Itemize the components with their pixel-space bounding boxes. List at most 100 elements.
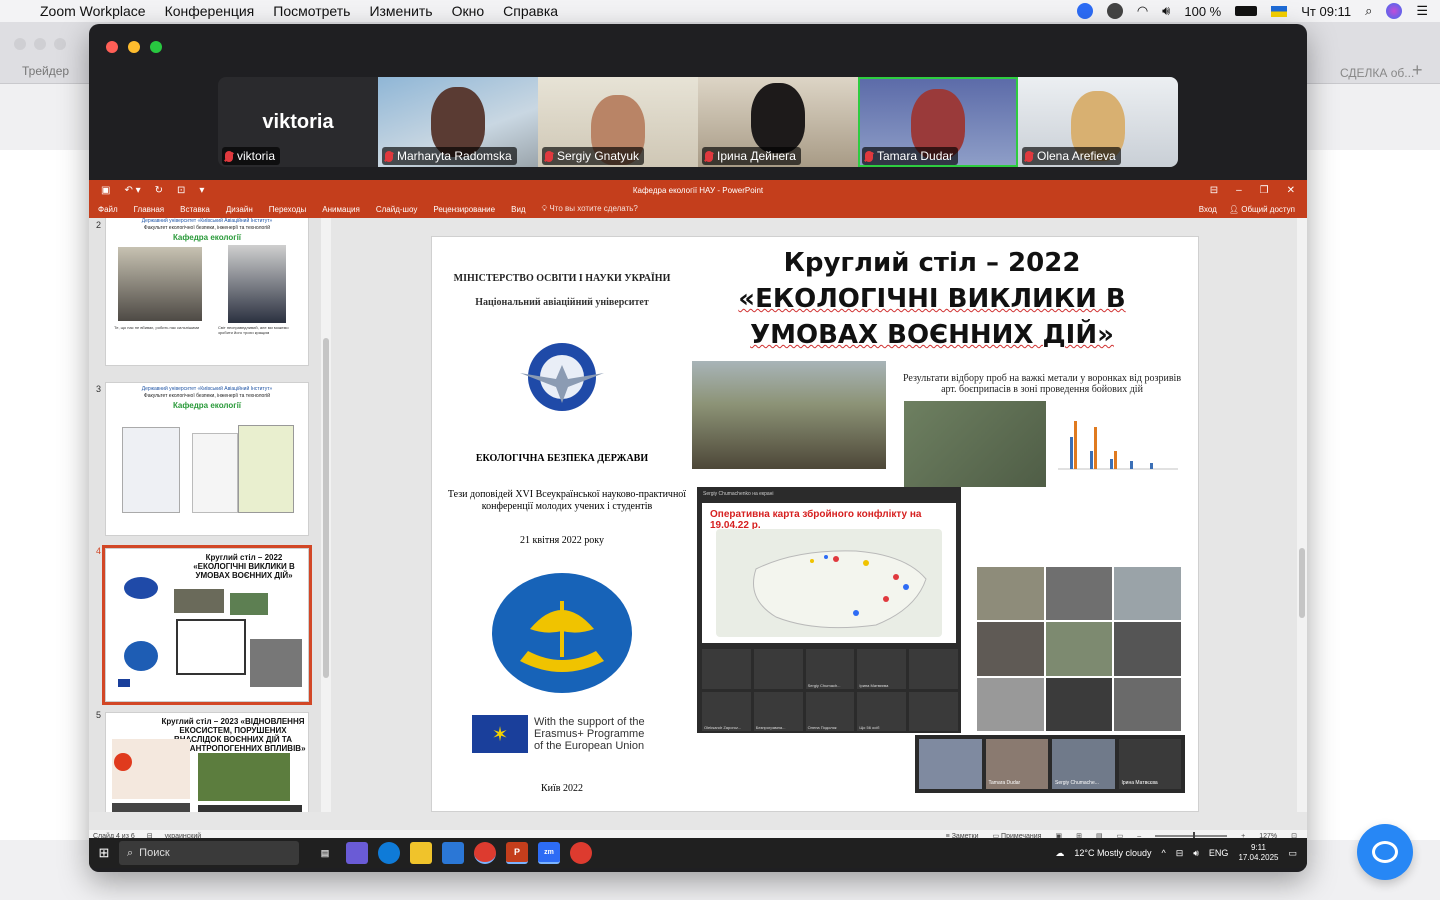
- redo-icon[interactable]: ↻: [155, 185, 163, 196]
- tab-review[interactable]: Рецензирование: [433, 205, 495, 214]
- slide-thumbnail-3[interactable]: Державний університет «Київський Авіацій…: [105, 382, 309, 536]
- tell-me-search[interactable]: 💡︎ Что вы хотите сделать?: [542, 204, 638, 214]
- slide-thumbnail-4-selected[interactable]: Круглий стіл – 2022 «ЕКОЛОГІЧНІ ВИКЛИКИ …: [102, 545, 312, 705]
- tab-home[interactable]: Главная: [134, 205, 164, 214]
- current-slide[interactable]: МІНІСТЕРСТВО ОСВІТИ І НАУКИ УКРАЇНИ Наці…: [431, 236, 1199, 812]
- zoom-app-icon[interactable]: zm: [538, 842, 560, 864]
- ppt-close-button[interactable]: ✕: [1287, 185, 1295, 196]
- spotlight-search-icon[interactable]: ⌕: [1365, 3, 1372, 19]
- menu-view[interactable]: Посмотреть: [273, 3, 350, 19]
- menu-help[interactable]: Справка: [503, 3, 558, 19]
- menu-window[interactable]: Окно: [452, 3, 485, 19]
- volume-icon[interactable]: 🔊︎: [1162, 3, 1170, 19]
- portrait-photo: [228, 245, 286, 323]
- thumb-photo: [174, 589, 224, 613]
- slide-title-line: Круглий стіл – 2022: [783, 248, 1081, 278]
- task-view-icon[interactable]: ▤: [314, 842, 336, 864]
- notifications-icon[interactable]: ▭: [1288, 848, 1297, 859]
- menu-edit[interactable]: Изменить: [369, 3, 432, 19]
- weather-icon[interactable]: ☁︎: [1055, 848, 1064, 859]
- slide-thumbnail-5[interactable]: Круглий стіл – 2023 «ВІДНОВЛЕННЯ ЕКОСИСТ…: [105, 712, 309, 812]
- volume-icon[interactable]: 🔊︎: [1193, 848, 1199, 859]
- tab-insert[interactable]: Вставка: [180, 205, 210, 214]
- participant-label: Olena Arefieva: [1022, 147, 1121, 165]
- participant-tile[interactable]: Sergiy Gnatyuk: [538, 77, 698, 167]
- participant-label: Sergiy Gnatyuk: [542, 147, 645, 165]
- minimize-window-button[interactable]: [128, 41, 140, 53]
- slide-scrollbar[interactable]: [1297, 218, 1307, 812]
- control-center-icon[interactable]: ☰: [1416, 3, 1428, 19]
- satellite-map-photo: [904, 401, 1046, 487]
- zoom-window-button[interactable]: [150, 41, 162, 53]
- muted-mic-icon: [225, 150, 233, 162]
- menubar-clock[interactable]: Чт 09:11: [1301, 4, 1351, 19]
- thumb-map: [176, 619, 246, 675]
- slide-title-line: «ЕКОЛОГІЧНІ ВИКЛИКИ В: [738, 284, 1126, 314]
- store-icon[interactable]: [442, 842, 464, 864]
- mini-tile: Олена Подоляк: [805, 691, 855, 731]
- ppt-ribbon-tabs: Файл Главная Вставка Дизайн Переходы Ани…: [89, 200, 1307, 218]
- mini-tile: [753, 649, 803, 689]
- taskbar-search[interactable]: ⌕ Поиск: [119, 841, 299, 865]
- search-icon: ⌕: [127, 846, 134, 859]
- ukraine-flag-icon[interactable]: [1271, 5, 1288, 17]
- close-window-button[interactable]: [106, 41, 118, 53]
- save-icon[interactable]: ▣: [101, 185, 110, 196]
- screen-share-tray-icon[interactable]: [1106, 3, 1123, 19]
- new-tab-plus-icon[interactable]: +: [1412, 60, 1423, 81]
- chrome-icon[interactable]: [474, 842, 496, 864]
- participant-tile[interactable]: Marharyta Radomska: [378, 77, 538, 167]
- thumbnail-scrollbar[interactable]: [321, 218, 331, 812]
- sign-in-link[interactable]: Вход: [1199, 205, 1217, 214]
- participant-tile[interactable]: Ірина Дейнега: [698, 77, 858, 167]
- thumb-number: 4: [96, 546, 102, 556]
- from-beginning-icon[interactable]: ⊡: [177, 185, 185, 196]
- zoom-tray-icon[interactable]: [1076, 3, 1093, 19]
- powerpoint-icon[interactable]: P: [506, 842, 528, 864]
- tab-view[interactable]: Вид: [511, 205, 525, 214]
- ppt-minimize-button[interactable]: –: [1236, 185, 1242, 196]
- tab-design[interactable]: Дизайн: [226, 205, 253, 214]
- tab-file[interactable]: Файл: [98, 205, 118, 214]
- muted-mic-icon: [545, 150, 553, 162]
- undo-icon[interactable]: ↶ ▾: [124, 185, 140, 196]
- network-icon[interactable]: ⊟: [1176, 848, 1184, 859]
- battery-icon[interactable]: [1235, 6, 1258, 16]
- participant-tile[interactable]: viktoria viktoria: [218, 77, 378, 167]
- file-explorer-icon[interactable]: [410, 842, 432, 864]
- tab-slideshow[interactable]: Слайд-шоу: [376, 205, 417, 214]
- share-button[interactable]: 👤︎ Общий доступ: [1229, 205, 1295, 214]
- windows-start-icon[interactable]: ⊞: [89, 845, 119, 861]
- keyboard-language[interactable]: ENG: [1209, 848, 1229, 858]
- ppt-restore-button[interactable]: ❐: [1260, 185, 1269, 196]
- tray-overflow-icon[interactable]: ^: [1161, 848, 1165, 858]
- operational-map-screenshot: Sergiy Chumachenko на екрані Оперативна …: [697, 487, 961, 733]
- copilot-icon[interactable]: [346, 842, 368, 864]
- menu-conference[interactable]: Конференция: [165, 3, 255, 19]
- mini-tile: Sergiy Chumach...: [805, 649, 855, 689]
- weather-text[interactable]: 12°C Mostly cloudy: [1074, 848, 1151, 858]
- erasmus-text: With the support of the Erasmus+ Program…: [534, 716, 645, 752]
- browser-tab-deal[interactable]: СДЕЛКА об...: [1340, 66, 1414, 80]
- edge-icon[interactable]: [378, 842, 400, 864]
- wifi-icon[interactable]: ◠: [1137, 3, 1148, 19]
- participant-video: [751, 83, 805, 153]
- participant-name: Tamara Dudar: [877, 149, 954, 163]
- shared-screen-powerpoint: ▣ ↶ ▾ ↻ ⊡ ▾ Кафедра екології НАУ - Power…: [89, 180, 1307, 842]
- slide-date: 21 квітня 2022 року: [520, 535, 604, 546]
- zoom-slider[interactable]: [1155, 832, 1228, 840]
- tab-transitions[interactable]: Переходы: [269, 205, 307, 214]
- tab-animations[interactable]: Анимация: [322, 205, 360, 214]
- siri-icon[interactable]: [1386, 3, 1403, 19]
- support-chat-button[interactable]: [1357, 824, 1413, 880]
- slide-thumbnail-2[interactable]: Державний університет «Київський Авіацій…: [105, 218, 309, 366]
- chrome-profile-icon[interactable]: [570, 842, 592, 864]
- browser-tab-trader[interactable]: Трейдер: [22, 64, 69, 78]
- menu-app-name[interactable]: Zoom Workplace: [40, 3, 146, 19]
- thumb-photos: [112, 803, 190, 812]
- ribbon-display-options-icon[interactable]: ⊟: [1210, 185, 1218, 196]
- taskbar-clock[interactable]: 9:11 17.04.2025: [1238, 843, 1278, 863]
- participant-tile[interactable]: Olena Arefieva: [1018, 77, 1178, 167]
- participant-tile-active-speaker[interactable]: Tamara Dudar: [858, 77, 1018, 167]
- customize-qat-icon[interactable]: ▾: [199, 185, 204, 196]
